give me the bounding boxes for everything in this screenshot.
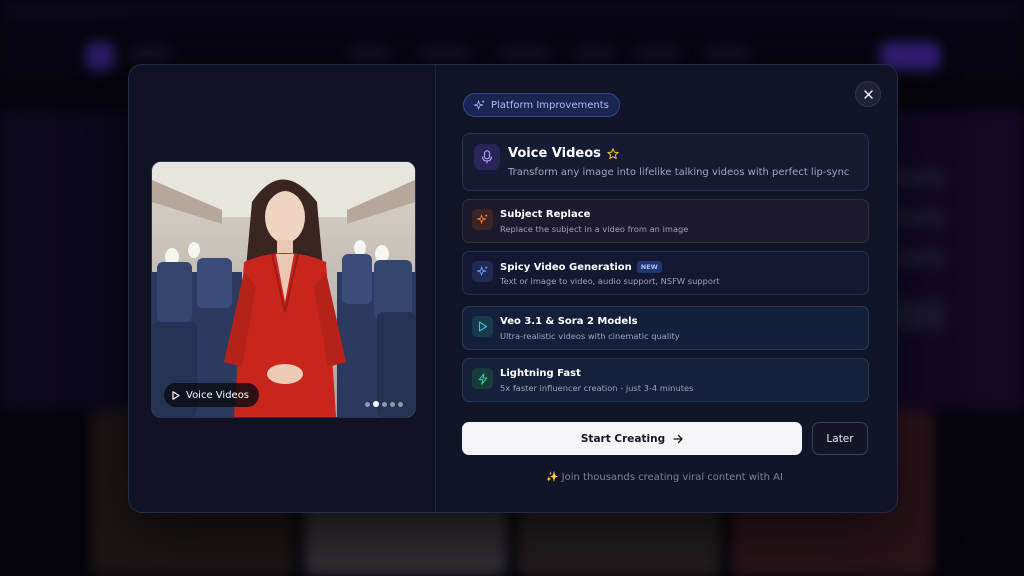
sparkles-icon — [477, 266, 488, 276]
feature-title: Spicy Video Generation NEW — [500, 261, 662, 273]
preview-label-chip[interactable]: Voice Videos — [164, 383, 260, 407]
whats-new-modal: Voice Videos Platform Improvements Voice… — [128, 64, 898, 513]
feature-icon-tile — [472, 261, 493, 282]
voice-videos-card[interactable]: Voice Videos Transform any image into li… — [462, 133, 869, 191]
feature-title: Subject Replace — [500, 209, 591, 220]
start-creating-label: Start Creating — [580, 432, 666, 445]
footer-note: ✨ Join thousands creating viral content … — [546, 472, 783, 483]
voice-videos-title: Voice Videos — [508, 146, 619, 161]
feature-icon-tile — [472, 316, 493, 337]
modal-preview-pane: Voice Videos — [129, 65, 436, 512]
modal-content-pane: Platform Improvements Voice Videos Trans… — [435, 65, 897, 512]
microphone-icon-tile — [474, 144, 500, 170]
carousel-dot[interactable] — [365, 401, 370, 407]
feature-description: Ultra-realistic videos with cinematic qu… — [500, 331, 680, 341]
play-icon — [478, 321, 487, 332]
feature-description: 5x faster influencer creation - just 3-4… — [500, 383, 694, 393]
later-button[interactable]: Later — [812, 422, 868, 455]
microphone-icon — [481, 150, 493, 164]
feature-lightning-fast[interactable]: Lightning Fast 5x faster influencer crea… — [462, 358, 869, 402]
carousel-dot[interactable] — [390, 401, 395, 407]
close-button[interactable] — [855, 81, 881, 107]
feature-icon-tile — [472, 209, 493, 230]
badge-label: Platform Improvements — [491, 99, 609, 111]
voice-videos-description: Transform any image into lifelike talkin… — [508, 167, 850, 178]
star-outline-icon — [607, 147, 619, 159]
feature-spicy-video-generation[interactable]: Spicy Video Generation NEW Text or image… — [462, 251, 869, 295]
feature-title: Veo 3.1 & Sora 2 Models — [500, 316, 638, 327]
arrow-right-icon — [673, 434, 683, 443]
sparkles-icon — [474, 99, 485, 110]
platform-improvements-badge: Platform Improvements — [463, 93, 620, 117]
new-badge: NEW — [636, 261, 662, 273]
carousel-dot-active[interactable] — [373, 401, 379, 407]
feature-veo-sora-models[interactable]: Veo 3.1 & Sora 2 Models Ultra-realistic … — [462, 306, 869, 350]
feature-subject-replace[interactable]: Subject Replace Replace the subject in a… — [462, 199, 869, 243]
carousel-dot[interactable] — [382, 401, 387, 407]
preview-image — [152, 162, 415, 417]
start-creating-button[interactable]: Start Creating — [462, 422, 802, 455]
preview-label: Voice Videos — [186, 389, 250, 401]
feature-title: Lightning Fast — [500, 368, 581, 379]
lightning-icon — [478, 372, 487, 385]
close-icon — [863, 89, 873, 99]
feature-description: Replace the subject in a video from an i… — [500, 224, 689, 234]
carousel-dots — [365, 401, 403, 407]
carousel-dot[interactable] — [398, 401, 403, 407]
feature-icon-tile — [472, 368, 493, 389]
feature-description: Text or image to video, audio support, N… — [500, 276, 720, 286]
sparkles-icon — [477, 214, 488, 224]
preview-media: Voice Videos — [151, 161, 416, 418]
play-icon — [172, 390, 180, 400]
